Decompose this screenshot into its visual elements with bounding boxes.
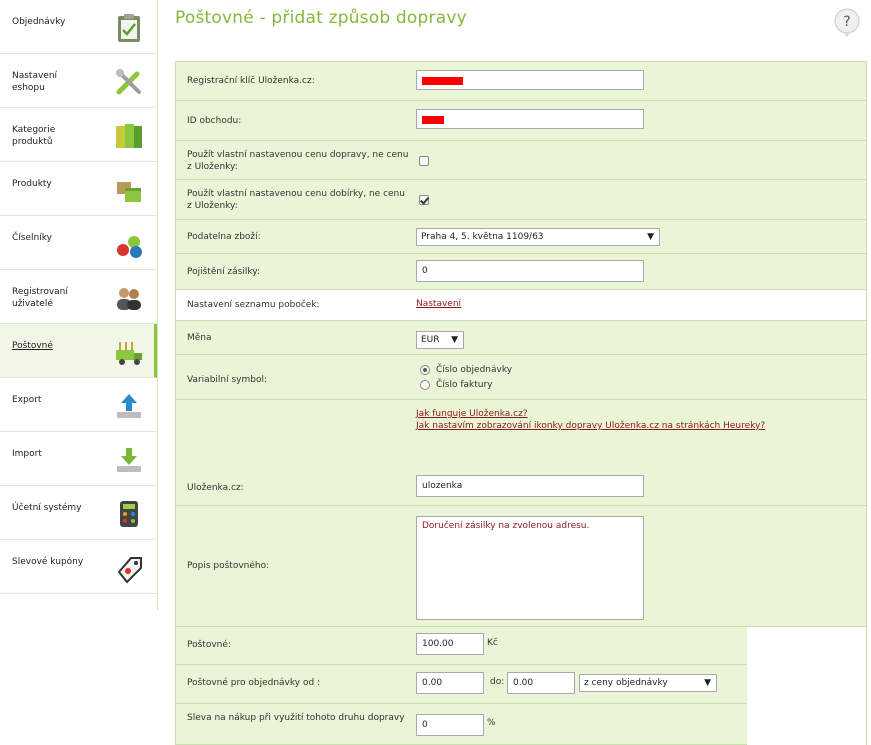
clipboard-icon	[113, 12, 145, 44]
upload-icon	[113, 390, 145, 422]
shipping-form: Registrační klíč Uloženka.cz: ID obchodu…	[175, 61, 867, 745]
sidebar-item-registrovani-uzivatele[interactable]: Registrovaní uživatelé	[0, 270, 157, 324]
branch-settings-link[interactable]: Nastavení	[416, 299, 461, 309]
row-registration-key: Registrační klíč Uloženka.cz:	[176, 62, 866, 101]
sidebar-item-label: Účetní systémy	[12, 503, 82, 513]
shipping-to-input[interactable]: 0.00	[507, 672, 575, 694]
sidebar-item-label: Kategorie produktů	[12, 125, 56, 147]
discount-input[interactable]: 0	[416, 714, 484, 736]
currency-label: Měna	[187, 333, 212, 343]
variable-symbol-label: Variabilní symbol:	[187, 375, 268, 385]
radio-order-number-label: Číslo objednávky	[436, 365, 513, 375]
own-shipping-price-label: Použít vlastní nastavenou cenu dopravy, …	[187, 150, 409, 172]
currency-select[interactable]: EUR ▼	[416, 331, 464, 349]
description-value: Doručení zásilky na zvolenou adresu.	[422, 521, 590, 531]
help-symbol: ?	[843, 14, 850, 30]
sidebar-item-label: Slevové kupóny	[12, 557, 84, 567]
discount-label: Sleva na nákup při využití tohoto druhu …	[187, 713, 405, 723]
radio-invoice-number-label: Číslo faktury	[436, 380, 493, 390]
numbers-icon	[113, 228, 145, 260]
shipping-from-input[interactable]: 0.00	[416, 672, 484, 694]
branch-list-label: Nastavení seznamu poboček:	[187, 300, 320, 310]
dispatch-office-select[interactable]: Praha 4, 5. května 1109/63 ▼	[416, 228, 660, 246]
row-insurance: Pojištění zásilky: 0	[176, 254, 866, 290]
sidebar-item-label: Nastavení eshopu	[12, 71, 58, 93]
currency-value: EUR	[421, 335, 440, 345]
dispatch-office-value: Praha 4, 5. května 1109/63	[421, 232, 544, 242]
sidebar-item-slevove-kupony[interactable]: Slevové kupóny	[0, 540, 157, 594]
sidebar-item-label: Export	[12, 395, 42, 405]
chevron-down-icon: ▼	[647, 232, 654, 242]
discount-unit: %	[487, 718, 496, 728]
redaction-mark	[422, 116, 444, 124]
users-icon	[113, 282, 145, 314]
shop-id-label: ID obchodu:	[187, 116, 242, 126]
sidebar-item-produkty[interactable]: Produkty	[0, 162, 157, 216]
sidebar-item-label: Objednávky	[12, 17, 66, 27]
sidebar-item-label: Produkty	[12, 179, 52, 189]
row-discount: Sleva na nákup při využití tohoto druhu …	[176, 704, 747, 745]
shipping-to-label: do:	[490, 677, 505, 687]
shipping-price-label: Poštovné:	[187, 640, 231, 650]
page-title: Poštovné - přidat způsob dopravy	[175, 8, 467, 28]
registration-key-label: Registrační klíč Uloženka.cz:	[187, 76, 315, 86]
download-icon	[113, 444, 145, 476]
categories-icon	[113, 120, 145, 152]
shipping-price-unit: Kč	[487, 638, 498, 648]
truck-icon	[113, 336, 145, 368]
sidebar: Objednávky Nastavení eshopu Kategorie pr…	[0, 0, 158, 610]
ulozenka-input[interactable]: ulozenka	[416, 475, 644, 497]
own-cod-price-checkbox[interactable]	[419, 195, 429, 205]
ulozenka-label: Uloženka.cz:	[187, 483, 244, 493]
how-ulozenka-works-link[interactable]: Jak funguje Uloženka.cz?	[416, 409, 528, 419]
row-shipping-price: Poštovné: 100.00 Kč	[176, 627, 747, 665]
own-shipping-price-checkbox[interactable]	[419, 156, 429, 166]
boxes-icon	[113, 174, 145, 206]
insurance-input[interactable]: 0	[416, 260, 644, 282]
row-own-cod-price: Použít vlastní nastavenou cenu dobírky, …	[176, 180, 866, 220]
shipping-for-orders-label: Poštovné pro objednávky od :	[187, 678, 321, 688]
tools-icon	[113, 66, 145, 98]
sidebar-item-objednavky[interactable]: Objednávky	[0, 0, 157, 54]
sidebar-item-ciselniky[interactable]: Číselníky	[0, 216, 157, 270]
row-currency: Měna EUR ▼	[176, 321, 866, 355]
chevron-down-icon: ▼	[704, 678, 711, 688]
shipping-price-input[interactable]: 100.00	[416, 633, 484, 655]
chevron-down-icon: ▼	[451, 335, 458, 345]
description-label: Popis poštovného:	[187, 561, 270, 571]
sidebar-item-label: Číselníky	[12, 233, 52, 243]
registration-key-input[interactable]	[416, 70, 644, 90]
sidebar-item-label: Import	[12, 449, 42, 459]
insurance-label: Pojištění zásilky:	[187, 267, 260, 277]
coupon-icon	[113, 552, 145, 584]
sidebar-item-export[interactable]: Export	[0, 378, 157, 432]
dispatch-office-label: Podatelna zboží:	[187, 232, 261, 242]
redaction-mark	[422, 77, 463, 85]
sidebar-item-ucetni-systemy[interactable]: Účetní systémy	[0, 486, 157, 540]
row-ulozenka: Jak funguje Uloženka.cz? Jak nastavím zo…	[176, 400, 866, 506]
description-textarea[interactable]: Doručení zásilky na zvolenou adresu.	[416, 516, 644, 620]
heureka-icon-help-link[interactable]: Jak nastavím zobrazování ikonky dopravy …	[416, 421, 765, 431]
help-icon[interactable]: ?	[834, 8, 860, 38]
row-shipping-for-orders: Poštovné pro objednávky od : 0.00 do: 0.…	[176, 665, 747, 704]
sidebar-item-import[interactable]: Import	[0, 432, 157, 486]
radio-order-number[interactable]	[420, 365, 430, 375]
row-description: Popis poštovného: Doručení zásilky na zv…	[176, 506, 866, 627]
sidebar-item-label: Registrovaní uživatelé	[12, 287, 68, 309]
shipping-basis-value: z ceny objednávky	[584, 678, 668, 688]
row-variable-symbol: Variabilní symbol: Číslo objednávky Čísl…	[176, 355, 866, 400]
radio-invoice-number[interactable]	[420, 380, 430, 390]
shop-id-input[interactable]	[416, 109, 644, 129]
sidebar-item-label: Poštovné	[12, 341, 53, 351]
sidebar-item-postovne[interactable]: Poštovné	[0, 324, 157, 378]
row-shop-id: ID obchodu:	[176, 101, 866, 141]
sidebar-item-nastaveni-eshopu[interactable]: Nastavení eshopu	[0, 54, 157, 108]
row-branch-list: Nastavení seznamu poboček: Nastavení	[176, 290, 866, 321]
own-cod-price-label: Použít vlastní nastavenou cenu dobírky, …	[187, 189, 405, 211]
calculator-icon	[113, 498, 145, 530]
sidebar-item-kategorie-produktu[interactable]: Kategorie produktů	[0, 108, 157, 162]
row-own-shipping-price: Použít vlastní nastavenou cenu dopravy, …	[176, 141, 866, 180]
row-dispatch-office: Podatelna zboží: Praha 4, 5. května 1109…	[176, 220, 866, 254]
shipping-basis-select[interactable]: z ceny objednávky ▼	[579, 674, 717, 692]
